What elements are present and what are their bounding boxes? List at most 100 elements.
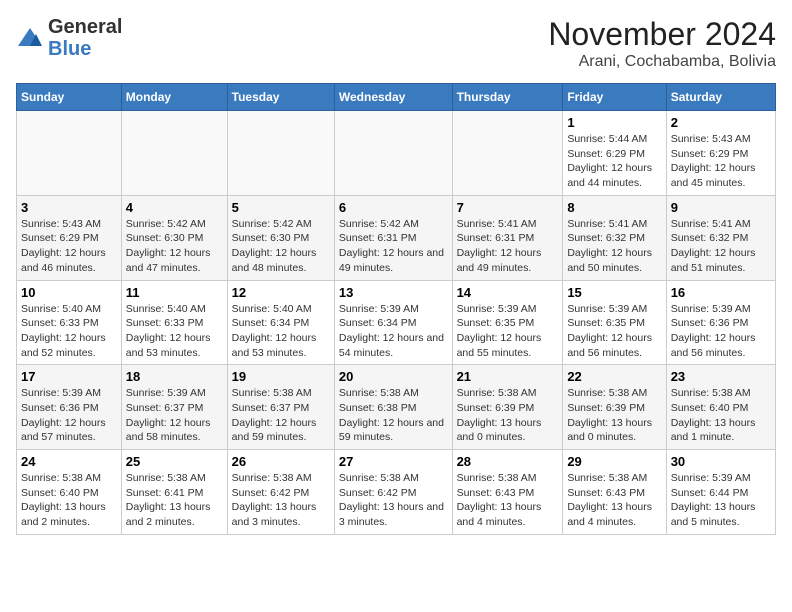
calendar-body: 1 Sunrise: 5:44 AM Sunset: 6:29 PM Daylig…	[17, 111, 776, 535]
day-number: 29	[567, 454, 661, 469]
day-number: 15	[567, 285, 661, 300]
day-info: Sunrise: 5:38 AM Sunset: 6:41 PM Dayligh…	[126, 471, 223, 530]
day-info: Sunrise: 5:40 AM Sunset: 6:34 PM Dayligh…	[232, 302, 330, 361]
day-number: 23	[671, 369, 771, 384]
calendar-cell: 10 Sunrise: 5:40 AM Sunset: 6:33 PM Dayli…	[17, 280, 122, 365]
logo-text: General Blue	[48, 16, 122, 60]
day-number: 7	[457, 200, 559, 215]
day-number: 9	[671, 200, 771, 215]
day-info: Sunrise: 5:39 AM Sunset: 6:44 PM Dayligh…	[671, 471, 771, 530]
day-number: 30	[671, 454, 771, 469]
calendar-week-row: 3Sunrise: 5:43 AM Sunset: 6:29 PM Daylig…	[17, 195, 776, 280]
day-number: 11	[126, 285, 223, 300]
day-info: Sunrise: 5:38 AM Sunset: 6:38 PM Dayligh…	[339, 386, 448, 445]
calendar-cell: 16 Sunrise: 5:39 AM Sunset: 6:36 PM Dayli…	[666, 280, 775, 365]
day-number: 19	[232, 369, 330, 384]
day-info: Sunrise: 5:39 AM Sunset: 6:37 PM Dayligh…	[126, 386, 223, 445]
calendar-cell: 28 Sunrise: 5:38 AM Sunset: 6:43 PM Dayli…	[452, 450, 563, 535]
calendar-cell: 3Sunrise: 5:43 AM Sunset: 6:29 PM Daylig…	[17, 195, 122, 280]
day-info: Sunrise: 5:40 AM Sunset: 6:33 PM Dayligh…	[21, 302, 117, 361]
day-number: 22	[567, 369, 661, 384]
day-number: 1	[567, 115, 661, 130]
day-info: Sunrise: 5:38 AM Sunset: 6:40 PM Dayligh…	[671, 386, 771, 445]
day-info: Sunrise: 5:43 AM Sunset: 6:29 PM Dayligh…	[671, 132, 771, 191]
day-number: 28	[457, 454, 559, 469]
calendar-cell: 8 Sunrise: 5:41 AM Sunset: 6:32 PM Daylig…	[563, 195, 666, 280]
calendar-cell: 25 Sunrise: 5:38 AM Sunset: 6:41 PM Dayli…	[121, 450, 227, 535]
day-info: Sunrise: 5:41 AM Sunset: 6:31 PM Dayligh…	[457, 217, 559, 276]
day-number: 12	[232, 285, 330, 300]
header-cell-sunday: Sunday	[17, 84, 122, 111]
day-info: Sunrise: 5:39 AM Sunset: 6:35 PM Dayligh…	[457, 302, 559, 361]
calendar-cell: 13 Sunrise: 5:39 AM Sunset: 6:34 PM Dayli…	[334, 280, 452, 365]
calendar-week-row: 24 Sunrise: 5:38 AM Sunset: 6:40 PM Dayli…	[17, 450, 776, 535]
calendar-cell: 23 Sunrise: 5:38 AM Sunset: 6:40 PM Dayli…	[666, 365, 775, 450]
header-cell-monday: Monday	[121, 84, 227, 111]
header-cell-friday: Friday	[563, 84, 666, 111]
day-info: Sunrise: 5:38 AM Sunset: 6:40 PM Dayligh…	[21, 471, 117, 530]
calendar-table: SundayMondayTuesdayWednesdayThursdayFrid…	[16, 83, 776, 535]
day-number: 16	[671, 285, 771, 300]
calendar-cell: 22 Sunrise: 5:38 AM Sunset: 6:39 PM Dayli…	[563, 365, 666, 450]
calendar-cell	[227, 111, 334, 196]
calendar-cell: 26 Sunrise: 5:38 AM Sunset: 6:42 PM Dayli…	[227, 450, 334, 535]
header-cell-thursday: Thursday	[452, 84, 563, 111]
day-number: 20	[339, 369, 448, 384]
day-number: 25	[126, 454, 223, 469]
calendar-cell	[452, 111, 563, 196]
day-info: Sunrise: 5:39 AM Sunset: 6:36 PM Dayligh…	[671, 302, 771, 361]
day-info: Sunrise: 5:39 AM Sunset: 6:36 PM Dayligh…	[21, 386, 117, 445]
day-number: 13	[339, 285, 448, 300]
day-number: 2	[671, 115, 771, 130]
day-info: Sunrise: 5:38 AM Sunset: 6:37 PM Dayligh…	[232, 386, 330, 445]
day-info: Sunrise: 5:42 AM Sunset: 6:30 PM Dayligh…	[126, 217, 223, 276]
calendar-cell: 1 Sunrise: 5:44 AM Sunset: 6:29 PM Daylig…	[563, 111, 666, 196]
location-title: Arani, Cochabamba, Bolivia	[548, 53, 776, 71]
day-info: Sunrise: 5:40 AM Sunset: 6:33 PM Dayligh…	[126, 302, 223, 361]
calendar-cell: 29Sunrise: 5:38 AM Sunset: 6:43 PM Dayli…	[563, 450, 666, 535]
calendar-cell: 11 Sunrise: 5:40 AM Sunset: 6:33 PM Dayli…	[121, 280, 227, 365]
calendar-cell: 24 Sunrise: 5:38 AM Sunset: 6:40 PM Dayli…	[17, 450, 122, 535]
calendar-cell: 12 Sunrise: 5:40 AM Sunset: 6:34 PM Dayli…	[227, 280, 334, 365]
calendar-cell: 30 Sunrise: 5:39 AM Sunset: 6:44 PM Dayli…	[666, 450, 775, 535]
day-number: 18	[126, 369, 223, 384]
calendar-week-row: 1 Sunrise: 5:44 AM Sunset: 6:29 PM Daylig…	[17, 111, 776, 196]
day-number: 6	[339, 200, 448, 215]
calendar-header-row: SundayMondayTuesdayWednesdayThursdayFrid…	[17, 84, 776, 111]
day-info: Sunrise: 5:38 AM Sunset: 6:39 PM Dayligh…	[567, 386, 661, 445]
day-info: Sunrise: 5:39 AM Sunset: 6:34 PM Dayligh…	[339, 302, 448, 361]
calendar-cell: 6 Sunrise: 5:42 AM Sunset: 6:31 PM Daylig…	[334, 195, 452, 280]
calendar-cell: 2 Sunrise: 5:43 AM Sunset: 6:29 PM Daylig…	[666, 111, 775, 196]
day-info: Sunrise: 5:41 AM Sunset: 6:32 PM Dayligh…	[567, 217, 661, 276]
calendar-cell: 27 Sunrise: 5:38 AM Sunset: 6:42 PM Dayli…	[334, 450, 452, 535]
day-info: Sunrise: 5:38 AM Sunset: 6:42 PM Dayligh…	[232, 471, 330, 530]
day-info: Sunrise: 5:38 AM Sunset: 6:42 PM Dayligh…	[339, 471, 448, 530]
calendar-cell: 5Sunrise: 5:42 AM Sunset: 6:30 PM Daylig…	[227, 195, 334, 280]
day-info: Sunrise: 5:44 AM Sunset: 6:29 PM Dayligh…	[567, 132, 661, 191]
calendar-cell: 21 Sunrise: 5:38 AM Sunset: 6:39 PM Dayli…	[452, 365, 563, 450]
day-info: Sunrise: 5:38 AM Sunset: 6:39 PM Dayligh…	[457, 386, 559, 445]
day-number: 10	[21, 285, 117, 300]
calendar-cell	[17, 111, 122, 196]
day-number: 26	[232, 454, 330, 469]
day-number: 21	[457, 369, 559, 384]
calendar-cell: 7 Sunrise: 5:41 AM Sunset: 6:31 PM Daylig…	[452, 195, 563, 280]
day-number: 17	[21, 369, 117, 384]
day-number: 5	[232, 200, 330, 215]
calendar-cell: 15Sunrise: 5:39 AM Sunset: 6:35 PM Dayli…	[563, 280, 666, 365]
day-number: 14	[457, 285, 559, 300]
day-info: Sunrise: 5:42 AM Sunset: 6:31 PM Dayligh…	[339, 217, 448, 276]
calendar-cell	[334, 111, 452, 196]
header-cell-saturday: Saturday	[666, 84, 775, 111]
day-number: 8	[567, 200, 661, 215]
day-number: 27	[339, 454, 448, 469]
page-header: General Blue November 2024 Arani, Cochab…	[16, 16, 776, 71]
calendar-cell: 14 Sunrise: 5:39 AM Sunset: 6:35 PM Dayli…	[452, 280, 563, 365]
day-info: Sunrise: 5:38 AM Sunset: 6:43 PM Dayligh…	[457, 471, 559, 530]
calendar-cell: 18 Sunrise: 5:39 AM Sunset: 6:37 PM Dayli…	[121, 365, 227, 450]
calendar-cell: 20 Sunrise: 5:38 AM Sunset: 6:38 PM Dayli…	[334, 365, 452, 450]
day-info: Sunrise: 5:43 AM Sunset: 6:29 PM Dayligh…	[21, 217, 117, 276]
day-number: 24	[21, 454, 117, 469]
calendar-week-row: 17 Sunrise: 5:39 AM Sunset: 6:36 PM Dayli…	[17, 365, 776, 450]
calendar-cell: 9Sunrise: 5:41 AM Sunset: 6:32 PM Daylig…	[666, 195, 775, 280]
